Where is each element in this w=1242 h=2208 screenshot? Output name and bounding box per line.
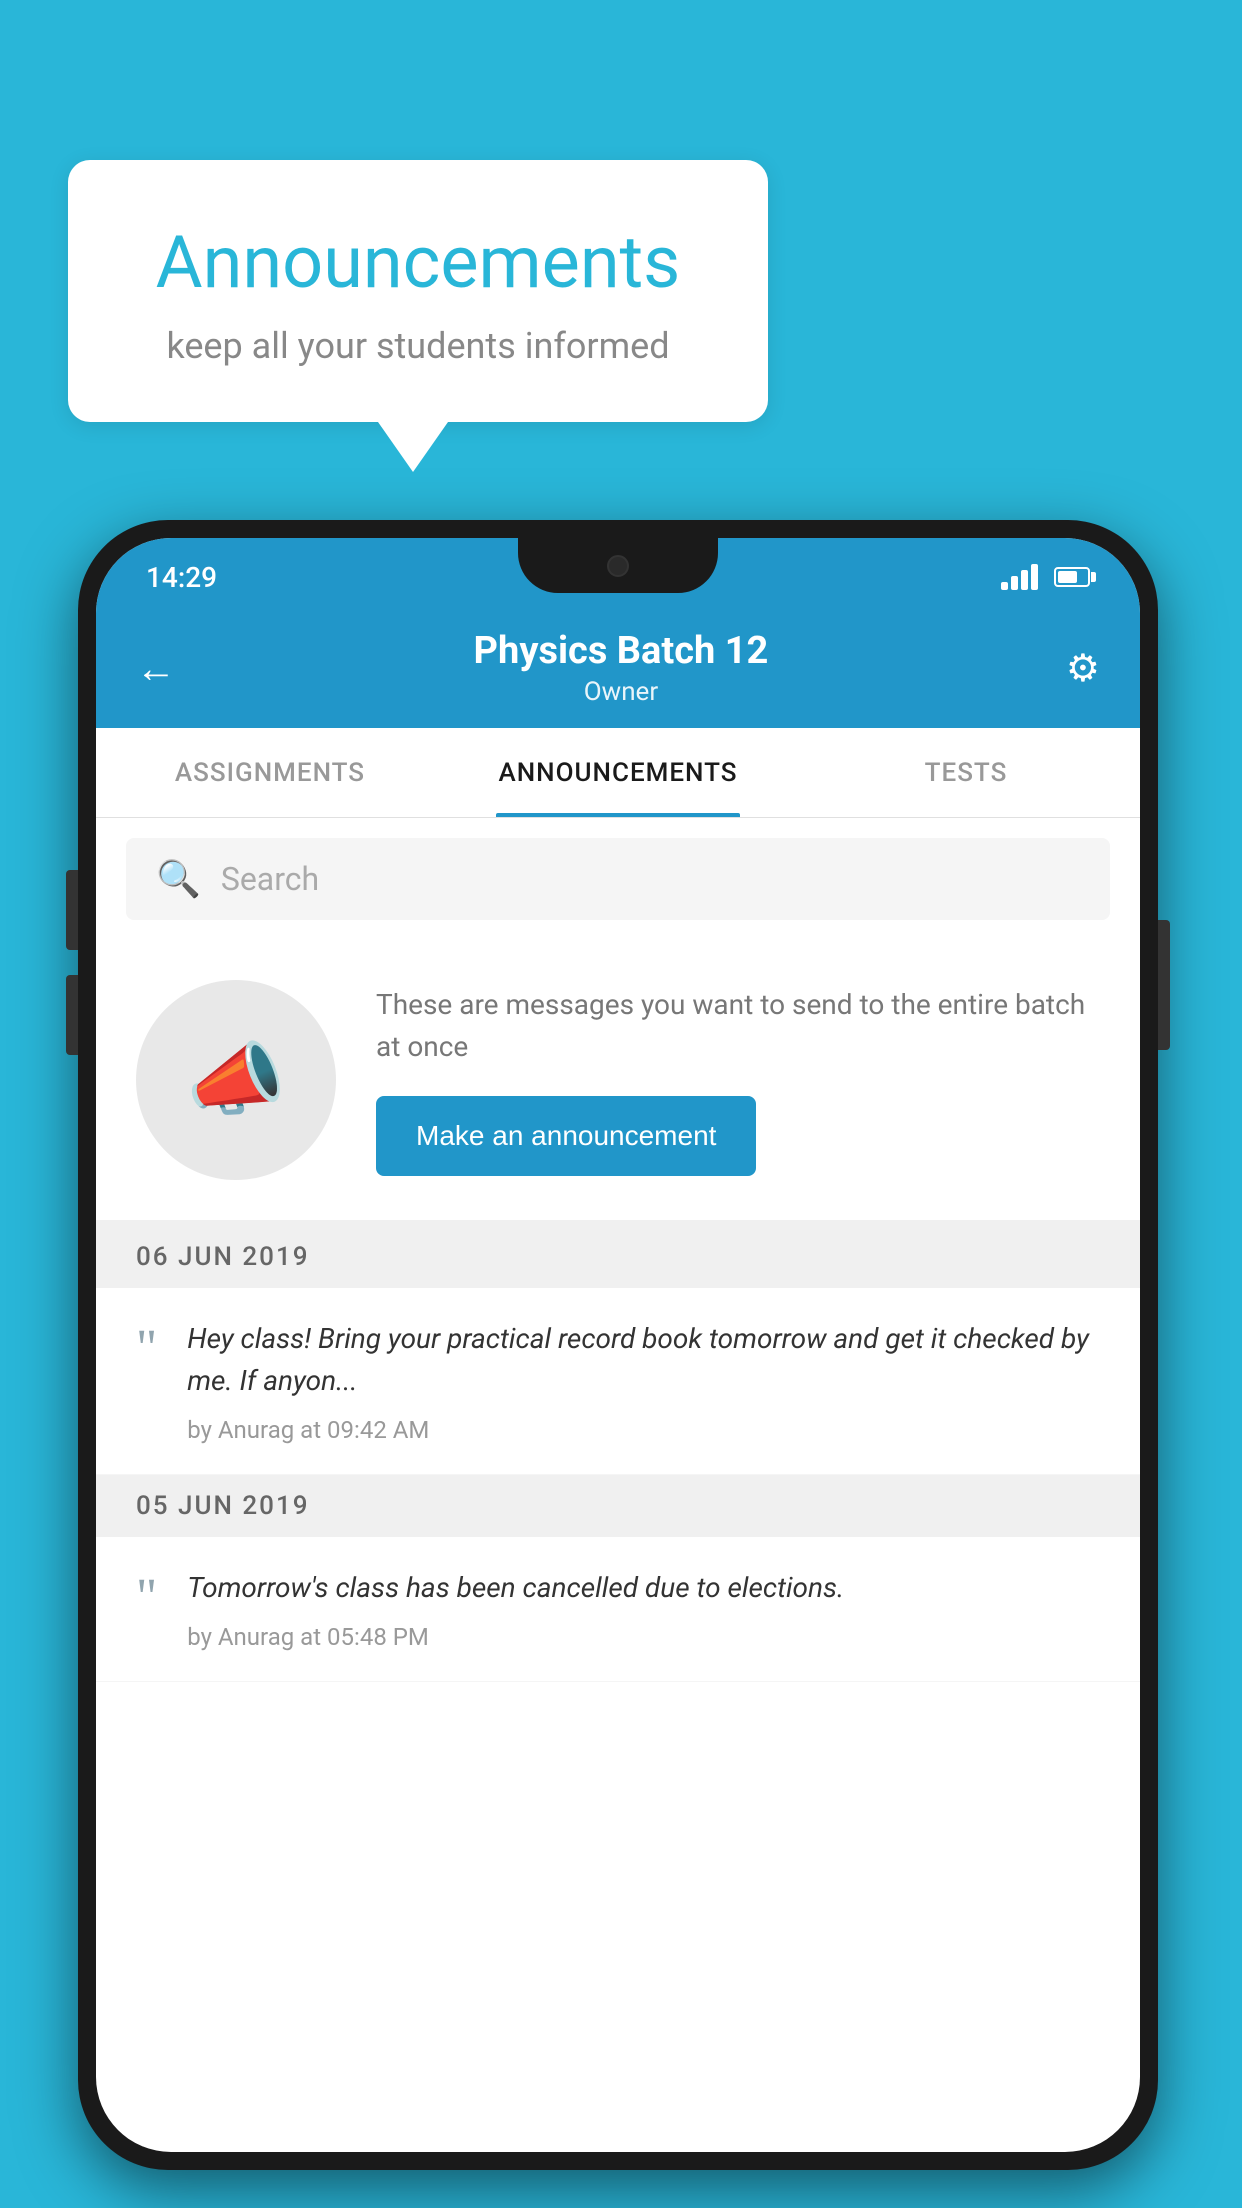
volume-down-btn[interactable] (66, 975, 78, 1055)
side-buttons-right (1158, 920, 1170, 1050)
announcement-description: These are messages you want to send to t… (376, 984, 1100, 1068)
search-section: 🔍 Search (96, 818, 1140, 940)
announcement-right: These are messages you want to send to t… (376, 984, 1100, 1176)
date-label-1: 06 JUN 2019 (136, 1242, 310, 1272)
phone: 14:29 ← Physics Batch 12 (78, 520, 1158, 2170)
tab-assignments[interactable]: ASSIGNMENTS (96, 728, 444, 817)
phone-outer: 14:29 ← Physics Batch 12 (78, 520, 1158, 2170)
power-btn[interactable] (1158, 920, 1170, 1050)
signal-icon (1001, 564, 1038, 590)
make-announcement-button[interactable]: Make an announcement (376, 1096, 756, 1176)
battery-icon (1054, 567, 1090, 587)
speech-bubble-container: Announcements keep all your students inf… (68, 160, 768, 472)
status-time: 14:29 (146, 561, 217, 594)
camera (607, 555, 629, 577)
phone-screen: 14:29 ← Physics Batch 12 (96, 538, 1140, 2152)
tab-announcements[interactable]: ANNOUNCEMENTS (444, 728, 792, 817)
announcement-content-2: Tomorrow's class has been cancelled due … (187, 1567, 1100, 1651)
header-center: Physics Batch 12 Owner (474, 629, 769, 707)
announcement-text-1: Hey class! Bring your practical record b… (187, 1318, 1100, 1402)
header-title: Physics Batch 12 (474, 629, 769, 673)
announcement-item-1[interactable]: " Hey class! Bring your practical record… (96, 1288, 1140, 1475)
search-icon: 🔍 (156, 858, 201, 900)
search-input[interactable]: Search (221, 860, 319, 898)
announcement-intro: 📣 These are messages you want to send to… (96, 940, 1140, 1226)
speech-bubble-tail (378, 422, 448, 472)
date-divider-1: 06 JUN 2019 (96, 1226, 1140, 1288)
settings-icon[interactable]: ⚙ (1066, 646, 1100, 691)
speech-bubble-title: Announcements (118, 220, 718, 305)
status-icons (1001, 564, 1090, 590)
tab-tests[interactable]: TESTS (792, 728, 1140, 817)
announcement-item-2[interactable]: " Tomorrow's class has been cancelled du… (96, 1537, 1140, 1682)
announcement-content-1: Hey class! Bring your practical record b… (187, 1318, 1100, 1444)
announcement-meta-2: by Anurag at 05:48 PM (187, 1623, 1100, 1651)
quote-icon-2: " (136, 1572, 157, 1624)
megaphone-icon: 📣 (186, 1033, 286, 1127)
tabs-bar: ASSIGNMENTS ANNOUNCEMENTS TESTS (96, 728, 1140, 818)
app-header: ← Physics Batch 12 Owner ⚙ (96, 608, 1140, 728)
volume-up-btn[interactable] (66, 870, 78, 950)
back-button[interactable]: ← (136, 645, 176, 692)
announcement-text-2: Tomorrow's class has been cancelled due … (187, 1567, 1100, 1609)
search-bar[interactable]: 🔍 Search (126, 838, 1110, 920)
megaphone-circle: 📣 (136, 980, 336, 1180)
date-divider-2: 05 JUN 2019 (96, 1475, 1140, 1537)
speech-bubble-subtitle: keep all your students informed (118, 325, 718, 367)
date-label-2: 05 JUN 2019 (136, 1491, 310, 1521)
header-subtitle: Owner (474, 677, 769, 707)
battery-fill (1058, 571, 1077, 583)
speech-bubble: Announcements keep all your students inf… (68, 160, 768, 422)
side-buttons-left (66, 870, 78, 1080)
announcement-meta-1: by Anurag at 09:42 AM (187, 1416, 1100, 1444)
quote-icon-1: " (136, 1323, 157, 1375)
phone-notch (518, 538, 718, 593)
